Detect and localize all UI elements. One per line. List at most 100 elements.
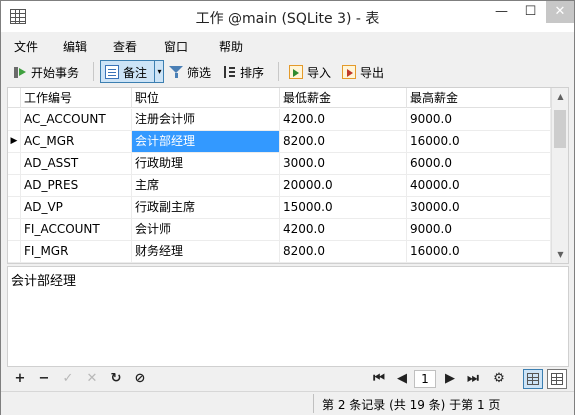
memo-editor[interactable]: 会计部经理 bbox=[7, 266, 569, 367]
table-cell[interactable]: 注册会计师 bbox=[132, 109, 280, 130]
table-cell[interactable]: 财务经理 bbox=[132, 241, 280, 262]
menu-bar: 文件 编辑 查看 窗口 帮助 bbox=[1, 32, 574, 56]
close-button[interactable]: ✕ bbox=[546, 1, 574, 23]
table-cell[interactable]: 30000.0 bbox=[407, 197, 551, 218]
scroll-down-icon[interactable]: ▼ bbox=[552, 246, 568, 263]
first-page-button[interactable]: ⏮ bbox=[370, 370, 388, 388]
table-cell[interactable]: 9000.0 bbox=[407, 219, 551, 240]
column-header[interactable]: 职位 bbox=[132, 88, 280, 108]
status-divider bbox=[313, 394, 314, 413]
table-cell[interactable]: 40000.0 bbox=[407, 175, 551, 196]
toolbar-divider bbox=[93, 62, 94, 81]
row-indicator[interactable] bbox=[8, 109, 21, 130]
table-cell[interactable]: 6000.0 bbox=[407, 153, 551, 174]
scrollbar-thumb[interactable] bbox=[554, 110, 566, 148]
memo-button[interactable]: 备注 bbox=[105, 61, 147, 83]
table-cell[interactable]: 8200.0 bbox=[280, 241, 407, 262]
table-cell[interactable]: 行政副主席 bbox=[132, 197, 280, 218]
table-cell[interactable]: AD_VP bbox=[21, 197, 132, 218]
menu-file[interactable]: 文件 bbox=[14, 38, 38, 55]
row-indicator[interactable] bbox=[8, 241, 21, 262]
memo-content: 会计部经理 bbox=[11, 274, 77, 289]
current-row-marker-icon[interactable]: ▶ bbox=[8, 131, 21, 152]
memo-dropdown-button[interactable]: ▾ bbox=[154, 60, 164, 83]
table-cell[interactable]: 4200.0 bbox=[280, 109, 407, 130]
table-cell[interactable]: FI_MGR bbox=[21, 241, 132, 262]
add-record-button[interactable]: + bbox=[11, 370, 29, 388]
apply-changes-button[interactable]: ✓ bbox=[59, 370, 77, 388]
selected-cell[interactable]: 会计部经理 bbox=[132, 131, 280, 152]
table-cell[interactable]: 4200.0 bbox=[280, 219, 407, 240]
column-header[interactable]: 最高薪金 bbox=[407, 88, 551, 108]
maximize-button[interactable]: ☐ bbox=[516, 1, 545, 23]
discard-changes-button[interactable]: ✕ bbox=[83, 370, 101, 388]
table-row[interactable]: AD_PRES 主席 20000.0 40000.0 bbox=[8, 175, 551, 197]
row-indicator[interactable] bbox=[8, 175, 21, 196]
column-header[interactable]: 工作编号 bbox=[21, 88, 132, 108]
form-view-icon bbox=[551, 373, 563, 385]
delete-record-button[interactable]: − bbox=[35, 370, 53, 388]
table-row[interactable]: AD_VP 行政副主席 15000.0 30000.0 bbox=[8, 197, 551, 219]
column-header[interactable]: 最低薪金 bbox=[280, 88, 407, 108]
table-cell[interactable]: 15000.0 bbox=[280, 197, 407, 218]
status-bar: 第 2 条记录 (共 19 条) 于第 1 页 bbox=[1, 391, 574, 415]
record-navigator: + − ✓ ✕ ↻ ⊘ ⏮ ◀ 1 ▶ ⏭ ⚙ bbox=[1, 368, 574, 390]
table-row[interactable]: AD_ASST 行政助理 3000.0 6000.0 bbox=[8, 153, 551, 175]
minimize-button[interactable]: — bbox=[487, 1, 516, 23]
menu-view[interactable]: 查看 bbox=[113, 38, 137, 55]
next-page-button[interactable]: ▶ bbox=[441, 370, 459, 388]
table-row[interactable]: AC_ACCOUNT 注册会计师 4200.0 9000.0 bbox=[8, 109, 551, 131]
table-cell[interactable]: 3000.0 bbox=[280, 153, 407, 174]
scroll-up-icon[interactable]: ▲ bbox=[552, 88, 568, 105]
sort-label: 排序 bbox=[240, 65, 265, 80]
stop-icon[interactable]: ⊘ bbox=[131, 370, 149, 388]
memo-label: 备注 bbox=[123, 65, 148, 80]
data-grid[interactable]: 工作编号 职位 最低薪金 最高薪金 AC_ACCOUNT 注册会计师 4200.… bbox=[7, 87, 569, 264]
main-window: 工作 @main (SQLite 3) - 表 — ☐ ✕ 文件 编辑 查看 窗… bbox=[0, 0, 575, 415]
previous-page-button[interactable]: ◀ bbox=[393, 370, 411, 388]
table-cell[interactable]: 16000.0 bbox=[407, 241, 551, 262]
refresh-icon[interactable]: ↻ bbox=[107, 370, 125, 388]
table-cell[interactable]: AC_ACCOUNT bbox=[21, 109, 132, 130]
last-page-button[interactable]: ⏭ bbox=[464, 370, 482, 388]
table-cell[interactable]: 行政助理 bbox=[132, 153, 280, 174]
filter-button[interactable]: 筛选 bbox=[169, 61, 211, 83]
table-cell[interactable]: FI_ACCOUNT bbox=[21, 219, 132, 240]
table-cell[interactable]: 9000.0 bbox=[407, 109, 551, 130]
grid-header: 工作编号 职位 最低薪金 最高薪金 bbox=[8, 88, 551, 108]
table-cell[interactable]: 会计师 bbox=[132, 219, 280, 240]
table-cell[interactable]: AD_PRES bbox=[21, 175, 132, 196]
form-view-button[interactable] bbox=[547, 369, 567, 389]
row-indicator[interactable] bbox=[8, 197, 21, 218]
import-icon bbox=[289, 65, 303, 79]
title-bar[interactable]: 工作 @main (SQLite 3) - 表 — ☐ ✕ bbox=[1, 1, 574, 32]
import-button[interactable]: 导入 bbox=[289, 61, 331, 83]
table-cell[interactable]: 主席 bbox=[132, 175, 280, 196]
sort-button[interactable]: 排序 bbox=[222, 61, 264, 83]
settings-icon[interactable]: ⚙ bbox=[490, 370, 508, 388]
row-indicator-header bbox=[8, 88, 21, 108]
vertical-scrollbar[interactable]: ▲ ▼ bbox=[551, 88, 568, 263]
grid-view-icon bbox=[527, 373, 539, 385]
row-indicator[interactable] bbox=[8, 153, 21, 174]
table-cell[interactable]: 16000.0 bbox=[407, 131, 551, 152]
begin-transaction-button[interactable]: 开始事务 bbox=[13, 61, 79, 83]
menu-window[interactable]: 窗口 bbox=[164, 38, 188, 55]
page-number-input[interactable]: 1 bbox=[414, 370, 436, 388]
row-indicator[interactable] bbox=[8, 219, 21, 240]
table-row[interactable]: FI_MGR 财务经理 8200.0 16000.0 bbox=[8, 241, 551, 263]
menu-edit[interactable]: 编辑 bbox=[63, 38, 87, 55]
menu-help[interactable]: 帮助 bbox=[219, 38, 243, 55]
record-status: 第 2 条记录 (共 19 条) 于第 1 页 bbox=[322, 398, 501, 412]
import-label: 导入 bbox=[307, 65, 332, 80]
table-cell[interactable]: 20000.0 bbox=[280, 175, 407, 196]
table-cell[interactable]: AD_ASST bbox=[21, 153, 132, 174]
export-button[interactable]: 导出 bbox=[342, 61, 384, 83]
play-icon bbox=[13, 65, 27, 79]
table-cell[interactable]: 8200.0 bbox=[280, 131, 407, 152]
export-icon bbox=[342, 65, 356, 79]
grid-view-button[interactable] bbox=[523, 369, 543, 389]
table-cell[interactable]: AC_MGR bbox=[21, 131, 132, 152]
table-row[interactable]: ▶ AC_MGR 会计部经理 8200.0 16000.0 bbox=[8, 131, 551, 153]
table-row[interactable]: FI_ACCOUNT 会计师 4200.0 9000.0 bbox=[8, 219, 551, 241]
